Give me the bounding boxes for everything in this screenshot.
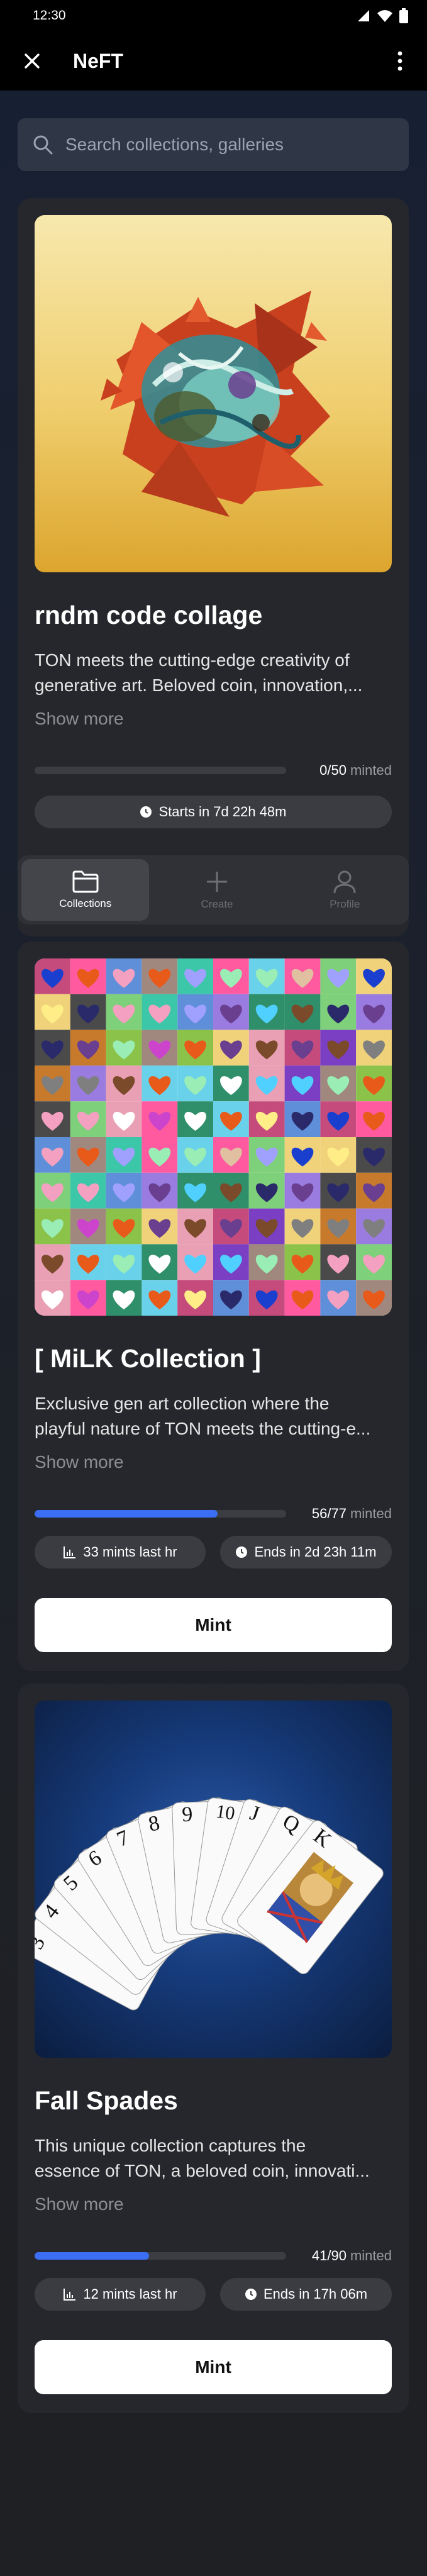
minted-label: minted (350, 1506, 392, 1521)
collection-artwork-1[interactable] (35, 215, 392, 572)
status-icons (357, 8, 408, 23)
collection-description: This unique collection captures the esse… (35, 2133, 392, 2184)
card-rank: 10 (214, 1801, 236, 1824)
signal-icon (358, 10, 369, 21)
show-more-link[interactable]: Show more (35, 2194, 124, 2214)
wifi-icon (377, 10, 392, 22)
timer-text: Ends in 17h 06m (263, 2286, 368, 2302)
mint-rate-badge: 12 mints last hr (35, 2278, 206, 2311)
clock-icon (140, 806, 152, 818)
mint-rate-text: 33 mints last hr (83, 1544, 177, 1560)
playing-cards-art: 3 4 5 6 7 8 9 10 J Q K (35, 1797, 384, 2011)
collection-description: TON meets the cutting-edge creativity of… (35, 648, 392, 698)
bottom-tab-bar: Collections Create Profile (18, 855, 409, 924)
collection-title: Fall Spades (35, 2086, 178, 2115)
search-input[interactable] (64, 134, 394, 155)
bar-chart-icon (64, 1546, 76, 1558)
card-rank: 9 (182, 1803, 193, 1827)
mint-button[interactable]: Mint (35, 2340, 392, 2394)
description-line: TON meets the cutting-edge creativity of (35, 650, 350, 670)
tab-profile[interactable]: Profile (281, 855, 409, 924)
minted-count: 41/90 minted (312, 2248, 392, 2264)
collection-artwork-2[interactable] (35, 958, 392, 1316)
battery-icon (399, 8, 408, 23)
status-time: 12:30 (33, 8, 66, 23)
search-icon (33, 135, 53, 155)
app-bar: NeFT (0, 31, 427, 91)
mint-progress-bar (35, 1510, 286, 1518)
show-more-link[interactable]: Show more (35, 1452, 124, 1472)
collection-card-3[interactable]: 3 4 5 6 7 8 9 10 J Q K Fall Spades This … (18, 1684, 409, 2413)
description-line: This unique collection captures the (35, 2136, 306, 2155)
tab-label: Collections (59, 897, 112, 909)
tab-create[interactable]: Create (153, 855, 280, 924)
minted-label: minted (350, 2248, 392, 2263)
collection-title: [ MiLK Collection ] (35, 1344, 261, 1373)
generative-collage-art (101, 291, 330, 517)
description-line: essence of TON, a beloved coin, innovati… (35, 2161, 370, 2180)
timer-badge: Starts in 7d 22h 48m (35, 796, 392, 828)
mint-progress-bar (35, 767, 286, 774)
collection-card-1[interactable]: rndm code collage TON meets the cutting-… (18, 198, 409, 936)
minted-label: minted (350, 762, 392, 778)
timer-text: Starts in 7d 22h 48m (158, 804, 287, 819)
description-line: playful nature of TON meets the cutting-… (35, 1419, 371, 1438)
person-icon (333, 870, 356, 894)
minted-value: 56/77 (311, 1506, 347, 1521)
folder-icon (72, 870, 99, 893)
tab-label: Profile (330, 898, 360, 910)
description-line: Exclusive gen art collection where the (35, 1394, 330, 1413)
timer-badge: Ends in 17h 06m (220, 2278, 392, 2311)
close-icon[interactable] (24, 53, 40, 69)
status-bar: 12:30 (0, 0, 427, 31)
mint-progress-fill (35, 2252, 150, 2260)
search-bar[interactable] (18, 118, 409, 171)
collection-artwork-3[interactable]: 3 4 5 6 7 8 9 10 J Q K (35, 1701, 392, 2058)
timer-text: Ends in 2d 23h 11m (254, 1544, 377, 1560)
description-line: generative art. Beloved coin, innovation… (35, 675, 363, 695)
mint-rate-badge: 33 mints last hr (35, 1536, 206, 1568)
minted-count: 0/50 minted (319, 762, 392, 779)
clock-icon (236, 1546, 248, 1558)
collection-title: rndm code collage (35, 601, 263, 630)
mint-rate-text: 12 mints last hr (83, 2286, 177, 2302)
minted-value: 41/90 (311, 2248, 347, 2263)
plus-icon (206, 872, 227, 892)
app-title: NeFT (73, 49, 123, 72)
minted-count: 56/77 minted (312, 1506, 392, 1522)
timer-badge: Ends in 2d 23h 11m (220, 1536, 392, 1568)
mint-progress-bar (35, 2252, 286, 2260)
mint-button[interactable]: Mint (35, 1598, 392, 1652)
tab-label: Create (201, 898, 233, 910)
hearts-grid-art (35, 958, 392, 1316)
collection-card-2[interactable]: [ MiLK Collection ] Exclusive gen art co… (18, 941, 409, 1671)
clock-icon (245, 2289, 257, 2300)
mint-progress-fill (35, 1510, 218, 1518)
bar-chart-icon (64, 2289, 76, 2301)
collection-description: Exclusive gen art collection where the p… (35, 1391, 392, 1441)
minted-value: 0/50 (319, 762, 347, 778)
tab-collections[interactable]: Collections (21, 859, 150, 921)
more-vertical-icon[interactable] (397, 51, 403, 71)
show-more-link[interactable]: Show more (35, 709, 124, 729)
